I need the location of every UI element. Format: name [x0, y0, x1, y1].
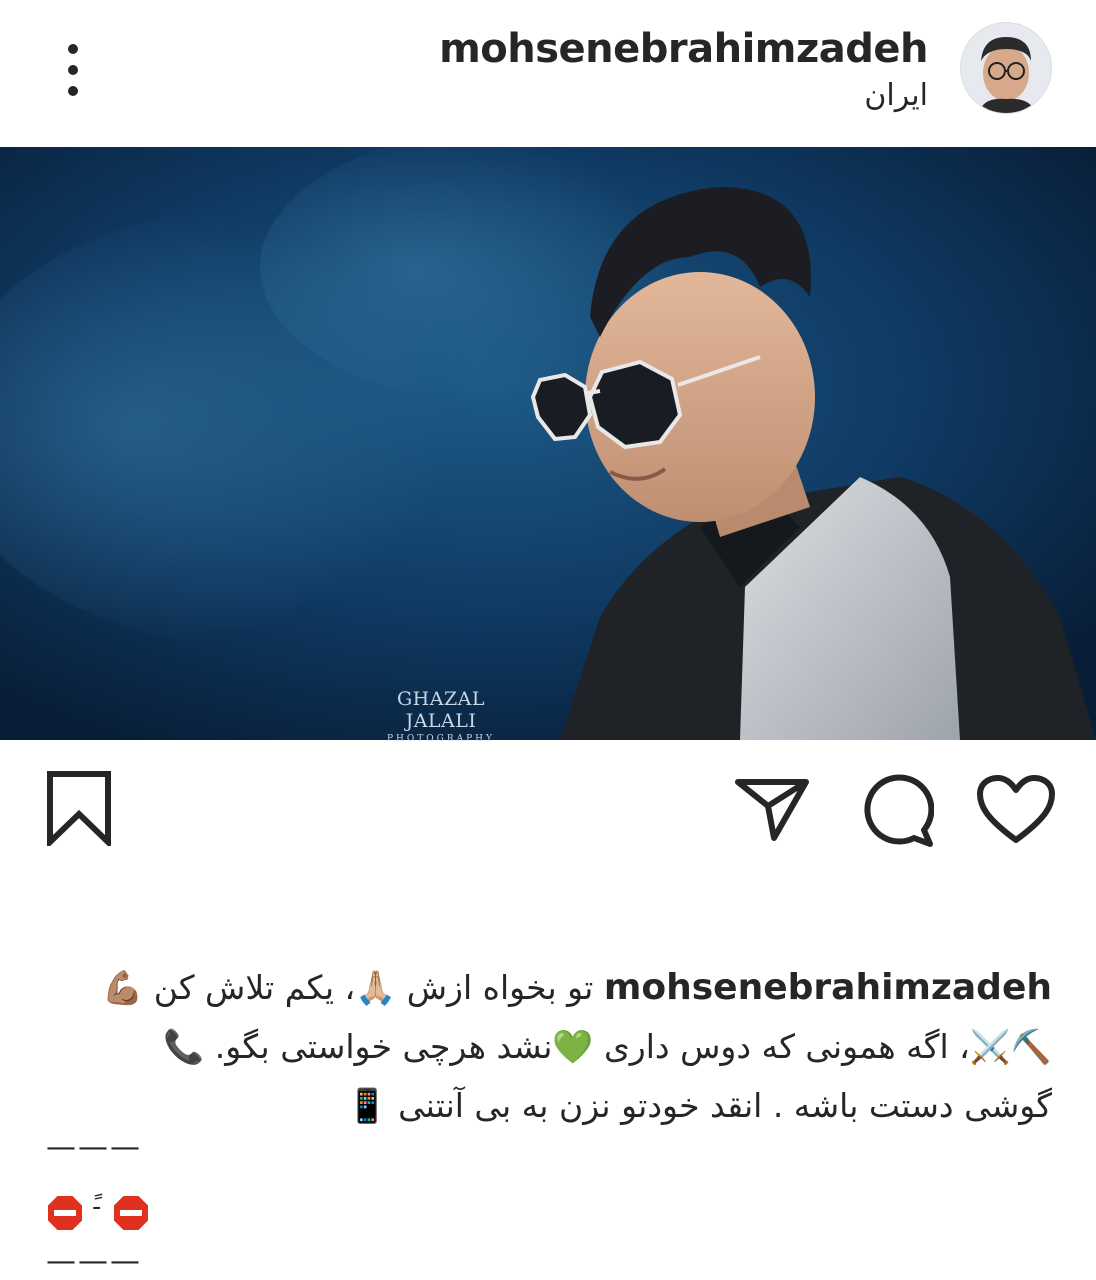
heart-icon[interactable]: [976, 774, 1056, 850]
post-photo[interactable]: [0, 147, 1096, 740]
more-vertical-icon[interactable]: [56, 40, 90, 100]
comment-icon[interactable]: [858, 772, 935, 852]
emoji-separator: -ً: [92, 1192, 102, 1222]
profile-avatar[interactable]: [960, 22, 1052, 114]
caption-divider-bottom: ———: [46, 1244, 142, 1279]
caption-line-3: گوشی دستت باشه . انقد خودتو نزن به بی آن…: [346, 1086, 1052, 1125]
post-username[interactable]: mohsenebrahimzadeh: [439, 26, 928, 72]
caption-text-1: تو بخواه ازش 🙏🏼، یکم تلاش کن 💪🏽: [102, 968, 594, 1007]
post-caption: mohsenebrahimzadeh تو بخواه ازش 🙏🏼، یکم …: [44, 958, 1052, 1135]
action-bar: [0, 740, 1096, 860]
caption-divider-top: ———: [46, 1130, 142, 1165]
caption-line-2: ⛏️⚔️، اگه همونی که دوس داری 💚نشد هرچی خو…: [163, 1027, 1052, 1066]
bookmark-icon[interactable]: [46, 770, 112, 850]
stop-sign-icon: [112, 1194, 150, 1232]
caption-username[interactable]: mohsenebrahimzadeh: [604, 967, 1052, 1008]
post-location[interactable]: ایران: [864, 78, 928, 113]
stop-sign-row: -ً: [46, 1190, 166, 1240]
caption-line-1: mohsenebrahimzadeh تو بخواه ازش 🙏🏼، یکم …: [44, 958, 1052, 1017]
send-icon[interactable]: [734, 776, 810, 846]
stop-sign-icon: [46, 1194, 84, 1232]
post-header: mohsenebrahimzadeh ایران: [0, 0, 1096, 146]
